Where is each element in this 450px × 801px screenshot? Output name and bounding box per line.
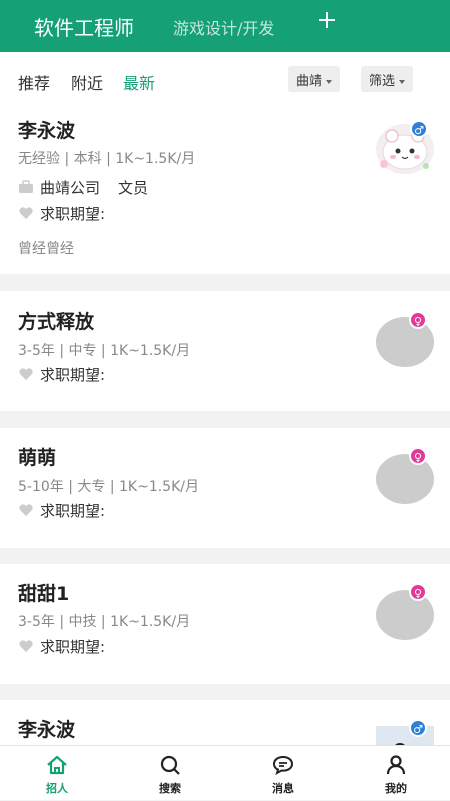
top-header: 软件工程师 游戏设计/开发: [0, 0, 450, 52]
tab-search[interactable]: 搜索: [140, 746, 200, 801]
city-dropdown-label: 曲靖: [296, 74, 323, 89]
message-icon: [272, 755, 294, 776]
home-icon: [47, 755, 67, 775]
plus-icon[interactable]: [318, 8, 336, 34]
filter-bar: 推荐 附近 最新 曲靖 筛选: [0, 52, 450, 106]
tab-recommend[interactable]: 推荐: [18, 70, 50, 94]
candidate-name: 方式释放: [18, 311, 95, 333]
candidate-meta: 3-5年 | 中技 | 1K~1.5K/月: [18, 614, 191, 630]
tab-recruit[interactable]: 招人: [27, 746, 87, 801]
candidate-expectation-row: 求职期望:: [18, 500, 105, 521]
heart-icon: [19, 207, 33, 219]
candidate-name: 甜甜1: [18, 583, 70, 605]
chevron-down-icon: [399, 79, 406, 84]
tab-profile-label: 我的: [385, 782, 407, 795]
candidate-card[interactable]: 李永波 无经验 | 本科 | 1K~1.5K/月 曲靖公司 文员 求职期望: 曾经…: [0, 106, 450, 274]
heart-icon: [19, 640, 33, 652]
heart-icon: [19, 368, 33, 380]
candidate-name: 李永波: [18, 719, 76, 741]
tab-messages[interactable]: 消息: [253, 746, 313, 801]
candidate-name: 李永波: [18, 120, 76, 142]
candidate-meta: 5-10年 | 大专 | 1K~1.5K/月: [18, 479, 199, 495]
bottom-tab-bar: 招人 搜索 消息 我的: [0, 745, 450, 800]
female-icon: ♀: [409, 447, 427, 465]
candidate-company: 曲靖公司: [40, 179, 101, 197]
filter-dropdown-label: 筛选: [369, 74, 396, 89]
tab-recruit-label: 招人: [46, 782, 68, 795]
briefcase-icon: [19, 180, 33, 193]
candidate-meta: 无经验 | 本科 | 1K~1.5K/月: [18, 151, 196, 167]
avatar: [376, 590, 434, 640]
job-tab-software-engineer[interactable]: 软件工程师: [34, 12, 134, 41]
candidate-expectation-row: 求职期望:: [18, 203, 105, 224]
profile-icon: [386, 755, 406, 775]
candidate-name: 萌萌: [18, 447, 57, 469]
male-icon: ♂: [410, 120, 428, 138]
candidate-expectation: 求职期望:: [40, 205, 106, 223]
tab-search-label: 搜索: [159, 782, 181, 795]
female-icon: ♀: [409, 311, 427, 329]
candidate-card[interactable]: 甜甜1 3-5年 | 中技 | 1K~1.5K/月 求职期望: ♀: [0, 564, 450, 684]
chevron-down-icon: [326, 79, 333, 84]
candidate-meta: 3-5年 | 中专 | 1K~1.5K/月: [18, 343, 191, 359]
candidate-card[interactable]: 李永波 ♂: [0, 700, 450, 745]
candidate-expectation-row: 求职期望:: [18, 364, 105, 385]
heart-icon: [19, 504, 33, 516]
filter-dropdown[interactable]: 筛选: [361, 66, 414, 92]
candidate-expectation: 求职期望:: [40, 366, 106, 384]
candidate-expectation: 求职期望:: [40, 638, 106, 656]
candidate-note: 曾经曾经: [18, 241, 74, 257]
candidate-work-row: 曲靖公司 文员: [18, 177, 148, 198]
candidate-expectation: 求职期望:: [40, 502, 106, 520]
job-tab-game-design[interactable]: 游戏设计/开发: [173, 15, 274, 39]
candidate-list: 李永波 无经验 | 本科 | 1K~1.5K/月 曲靖公司 文员 求职期望: 曾经…: [0, 106, 450, 745]
avatar: [376, 454, 434, 504]
search-icon: [160, 755, 180, 775]
tab-messages-label: 消息: [272, 782, 294, 795]
candidate-card[interactable]: 方式释放 3-5年 | 中专 | 1K~1.5K/月 求职期望: ♀: [0, 291, 450, 411]
tab-nearby[interactable]: 附近: [71, 70, 103, 94]
tab-latest[interactable]: 最新: [123, 70, 155, 94]
candidate-card[interactable]: 萌萌 5-10年 | 大专 | 1K~1.5K/月 求职期望: ♀: [0, 428, 450, 548]
tab-profile[interactable]: 我的: [366, 746, 426, 801]
city-dropdown[interactable]: 曲靖: [288, 66, 341, 92]
female-icon: ♀: [409, 583, 427, 601]
male-icon: ♂: [409, 719, 427, 737]
candidate-position: 文员: [118, 179, 149, 197]
candidate-expectation-row: 求职期望:: [18, 636, 105, 657]
